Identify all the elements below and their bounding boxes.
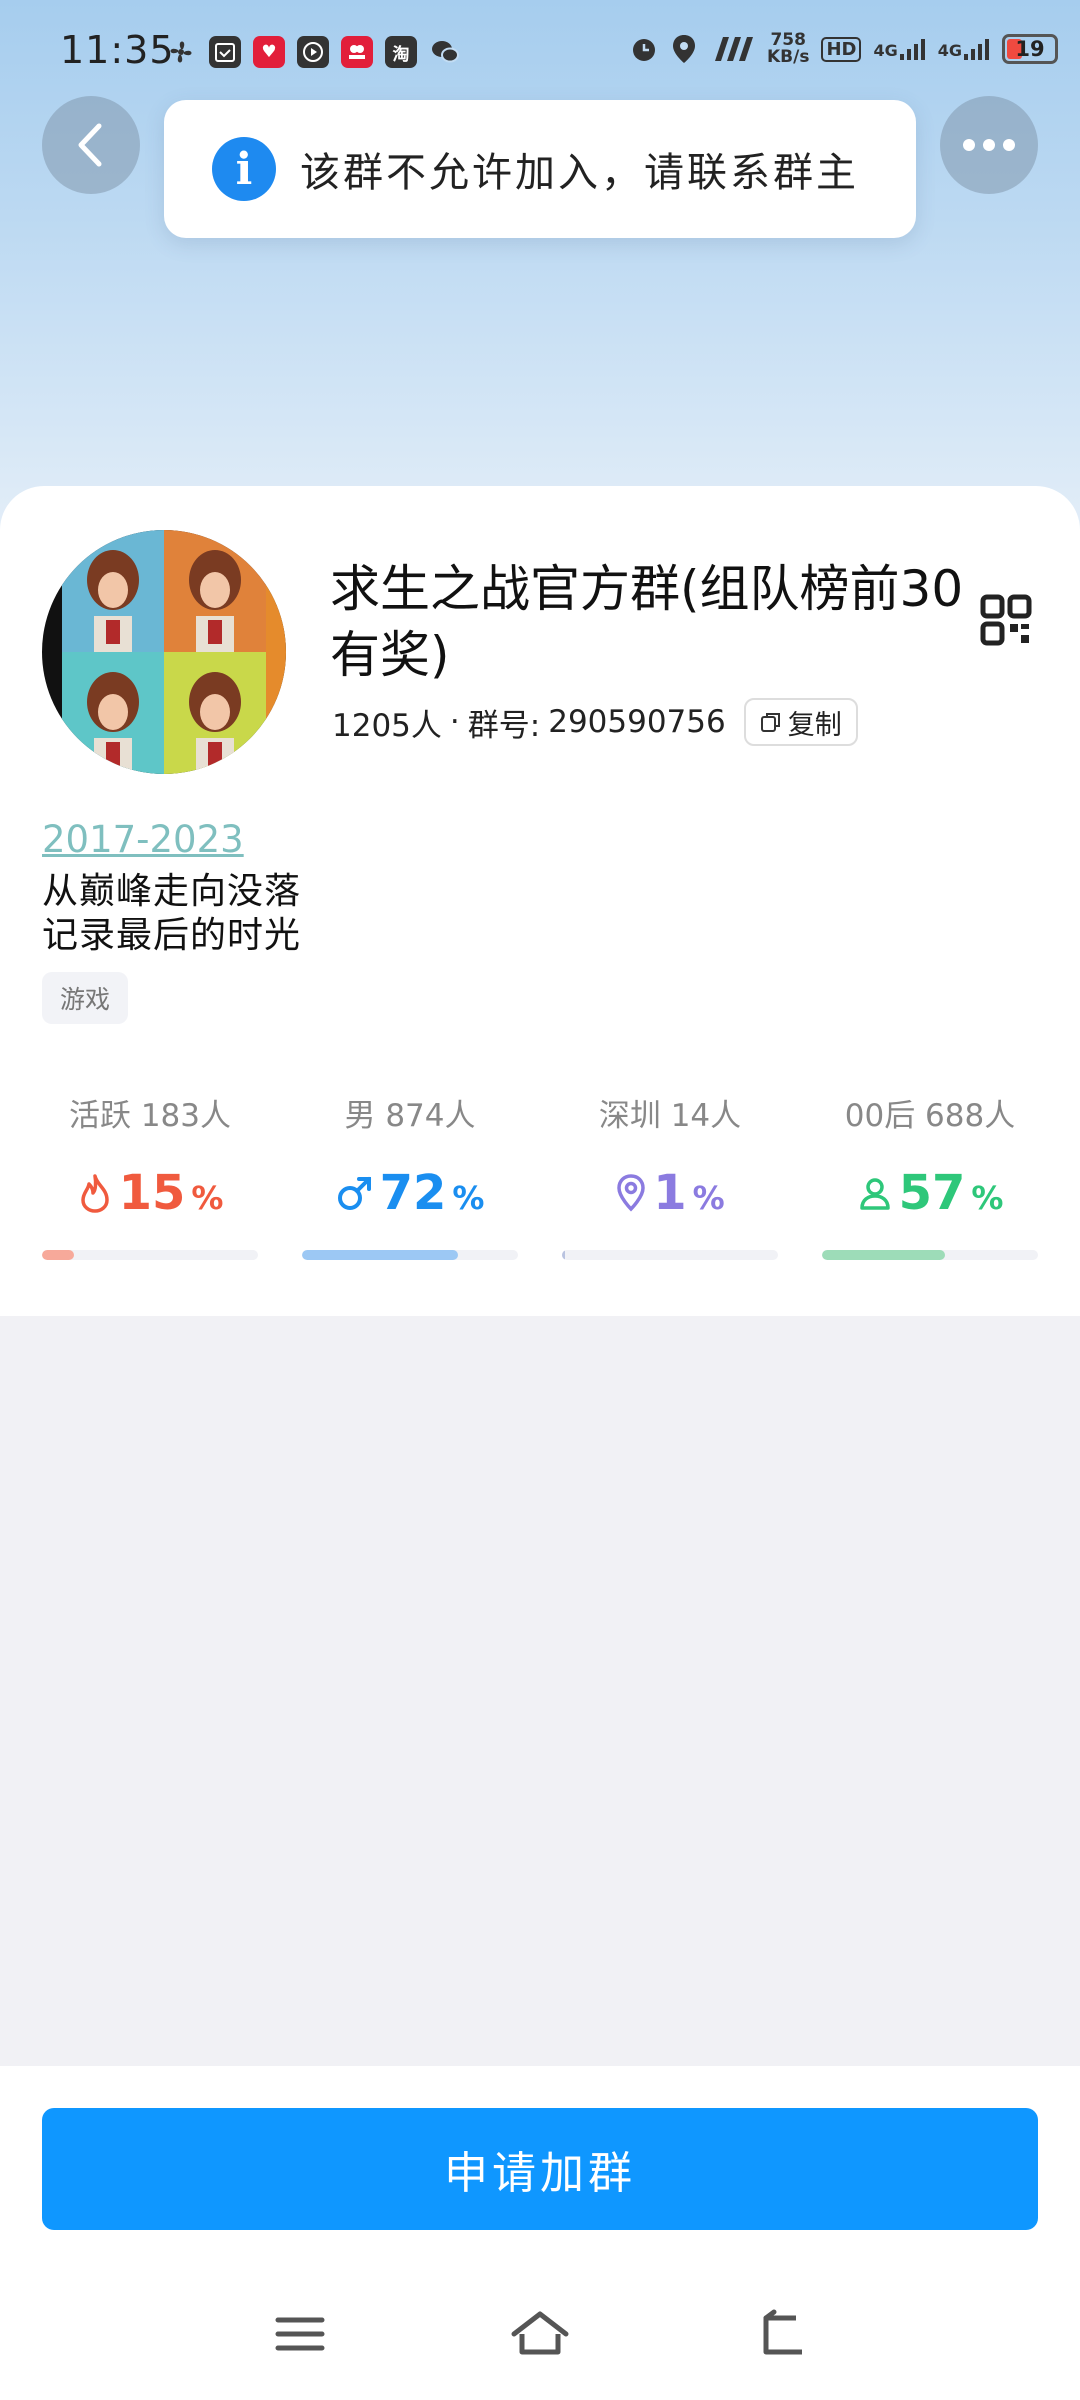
play-icon: [297, 36, 329, 68]
menu-icon[interactable]: [270, 2308, 330, 2360]
copy-label: 复制: [787, 709, 842, 741]
hd-indicator: HD: [821, 36, 862, 62]
stat-age: 00后 688人 57 %: [822, 1090, 1038, 1260]
location-icon: [672, 35, 695, 63]
person-icon: [859, 1178, 890, 1210]
chevron-left-icon: [78, 123, 102, 167]
toast-message: 该群不允许加入，请联系群主: [300, 150, 859, 196]
group-id-label: 群号:: [467, 707, 541, 744]
back-button[interactable]: [42, 96, 140, 194]
member-count: 1205人: [332, 707, 442, 744]
tag-chip[interactable]: 游戏: [42, 972, 129, 1024]
heart-app-icon: ♥: [253, 36, 285, 68]
location-pin-icon: [617, 1174, 646, 1212]
copy-icon: [760, 713, 780, 732]
stat-value: 1 %: [562, 1165, 778, 1221]
stat-value: 15 %: [42, 1165, 258, 1221]
group-name: 求生之战官方群(组队榜前30有奖): [330, 560, 964, 684]
stat-label: 深圳 14人: [598, 1098, 742, 1134]
stat-bar: [822, 1250, 1038, 1260]
stat-value: 72 %: [302, 1165, 518, 1221]
stat-number: 1: [653, 1165, 687, 1221]
stat-unit: %: [971, 1179, 1004, 1217]
stat-unit: %: [692, 1179, 725, 1217]
network-speed: 758 KB/s: [766, 30, 810, 67]
meta-separator: ·: [449, 704, 460, 740]
stat-bar: [302, 1250, 518, 1260]
calendar-icon: [209, 36, 241, 68]
toast-notification: i 该群不允许加入，请联系群主: [164, 100, 916, 238]
apply-join-button[interactable]: 申请加群: [42, 2108, 1038, 2230]
signal-brand-icon: [714, 37, 753, 61]
stat-label: 男 874人: [344, 1098, 476, 1134]
group-id: 290590756: [548, 704, 726, 740]
signal-4g-1: 4G: [873, 38, 925, 60]
stat-unit: %: [452, 1179, 485, 1217]
shop-app-icon: [341, 36, 373, 68]
stat-bar: [42, 1250, 258, 1260]
status-time: 11:35: [60, 28, 175, 72]
taobao-icon: 淘: [385, 36, 417, 68]
stat-gender: 男 874人 72 %: [302, 1090, 518, 1260]
group-meta: 1205人 · 群号: 290590756 复制: [332, 698, 858, 746]
system-icons: 758 KB/s HD 4G 4G 19: [629, 32, 1058, 66]
battery-icon: 19: [1002, 34, 1058, 64]
home-icon[interactable]: [510, 2308, 570, 2360]
info-icon: i: [212, 137, 276, 201]
status-bar: 11:35 ♥ 淘 758 KB/s HD 4G 4G 19: [0, 0, 1080, 100]
more-dots-icon: [963, 139, 1015, 151]
description-link[interactable]: 2017-2023: [42, 818, 244, 861]
stat-location: 深圳 14人 1 %: [562, 1090, 778, 1260]
stat-number: 72: [379, 1165, 447, 1221]
stat-bar: [562, 1250, 778, 1260]
description-line: 记录最后的时光: [42, 915, 302, 956]
group-avatar[interactable]: [42, 530, 286, 774]
signal-4g-2: 4G: [938, 38, 990, 60]
stat-label: 活跃 183人: [68, 1098, 232, 1134]
back-nav-icon[interactable]: [752, 2308, 812, 2360]
wechat-icon: [429, 36, 461, 68]
system-nav-bar: [0, 2290, 1080, 2380]
more-button[interactable]: [940, 96, 1038, 194]
stat-label: 00后 688人: [844, 1098, 1016, 1134]
stat-unit: %: [191, 1179, 224, 1217]
stat-number: 15: [118, 1165, 186, 1221]
notification-icons: ♥ 淘: [165, 36, 461, 68]
flame-icon: [80, 1174, 109, 1213]
male-icon: [337, 1177, 371, 1210]
stat-value: 57 %: [822, 1165, 1038, 1221]
stat-number: 57: [898, 1165, 966, 1221]
alarm-icon: [632, 39, 655, 61]
qr-code-icon[interactable]: [980, 594, 1032, 646]
stat-active: 活跃 183人 15 %: [42, 1090, 258, 1260]
fan-icon: [165, 36, 197, 68]
copy-button[interactable]: 复制: [743, 698, 858, 746]
